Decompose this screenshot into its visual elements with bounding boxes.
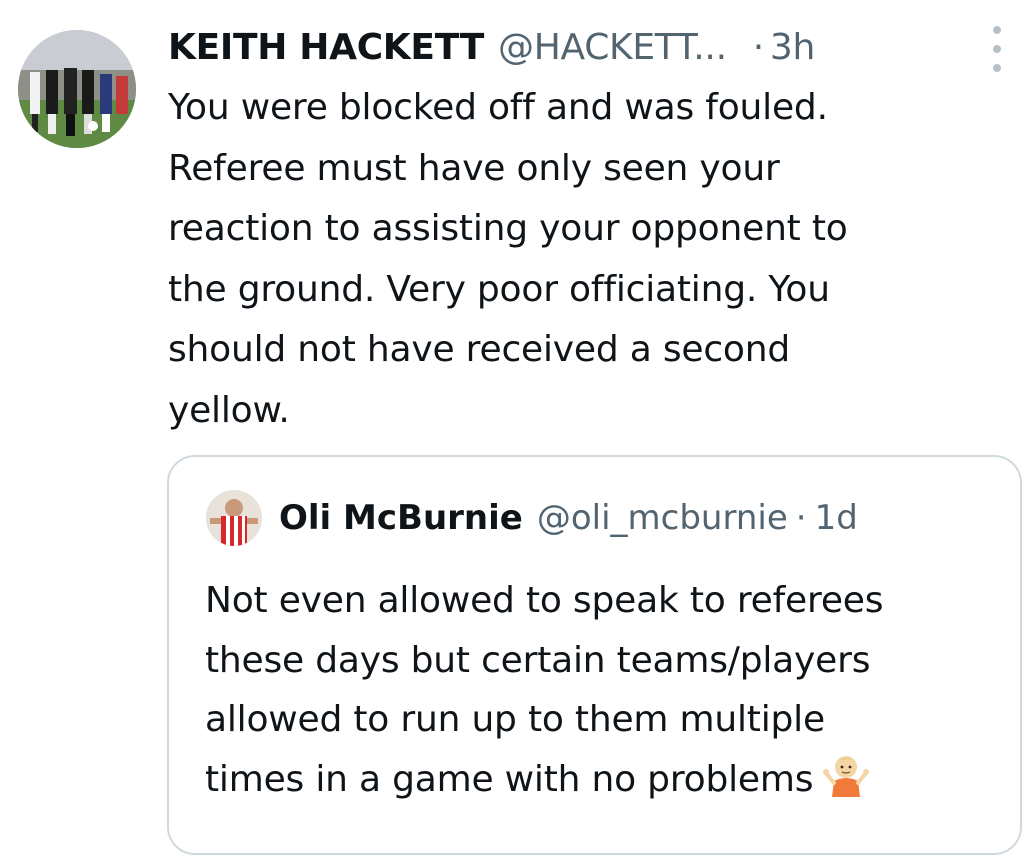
quoted-tweet-text: Not even allowed to speak to referees th… [205, 571, 1005, 815]
author-handle[interactable]: @HACKETT... [498, 27, 727, 68]
author-name[interactable]: KEITH HACKETT [168, 27, 484, 68]
tweet-header: KEITH HACKETT @HACKETT... · 3h [168, 22, 815, 72]
quoted-author-name[interactable]: Oli McBurnie [279, 498, 523, 538]
more-dot [993, 64, 1001, 72]
quoted-text-line: times in a game with no problems [205, 758, 814, 800]
author-avatar[interactable] [18, 30, 136, 148]
quoted-text-line: these days but certain teams/players [205, 639, 871, 681]
quoted-text-line: Not even allowed to speak to referees [205, 580, 884, 621]
quoted-tweet-header: Oli McBurnie @oli_mcburnie · 1d [279, 494, 858, 542]
tweet-text-line: yellow. [168, 389, 290, 431]
tweet-text-line: the ground. Very poor officiating. You [168, 268, 830, 310]
tweet-text: You were blocked off and was fouled. Ref… [168, 78, 968, 441]
quoted-author-handle[interactable]: @oli_mcburnie [537, 498, 788, 538]
more-dot [993, 45, 1001, 53]
quoted-text-line-last: times in a game with no problems [205, 750, 1005, 816]
quoted-tweet-card[interactable]: Oli McBurnie @oli_mcburnie · 1d Not even… [167, 455, 1022, 855]
more-dot [993, 26, 1001, 34]
quoted-avatar-photo [206, 490, 262, 546]
quoted-author-avatar[interactable] [206, 490, 262, 546]
tweet-text-line: Referee must have only seen your [168, 147, 780, 189]
more-options-icon[interactable] [986, 26, 1008, 72]
separator-dot: · [752, 26, 764, 68]
quoted-tweet-timestamp[interactable]: 1d [815, 498, 858, 538]
tweet-text-line: should not have received a second [168, 329, 791, 370]
tweet-text-line: reaction to assisting your opponent to [168, 208, 848, 249]
separator-dot: · [795, 498, 807, 538]
shrugging-person-emoji-icon [823, 751, 870, 816]
tweet-text-line: You were blocked off and was fouled. [168, 87, 828, 128]
quoted-text-line: allowed to run up to them multiple [205, 699, 825, 740]
avatar-photo [18, 30, 136, 148]
tweet-timestamp[interactable]: 3h [770, 27, 815, 68]
